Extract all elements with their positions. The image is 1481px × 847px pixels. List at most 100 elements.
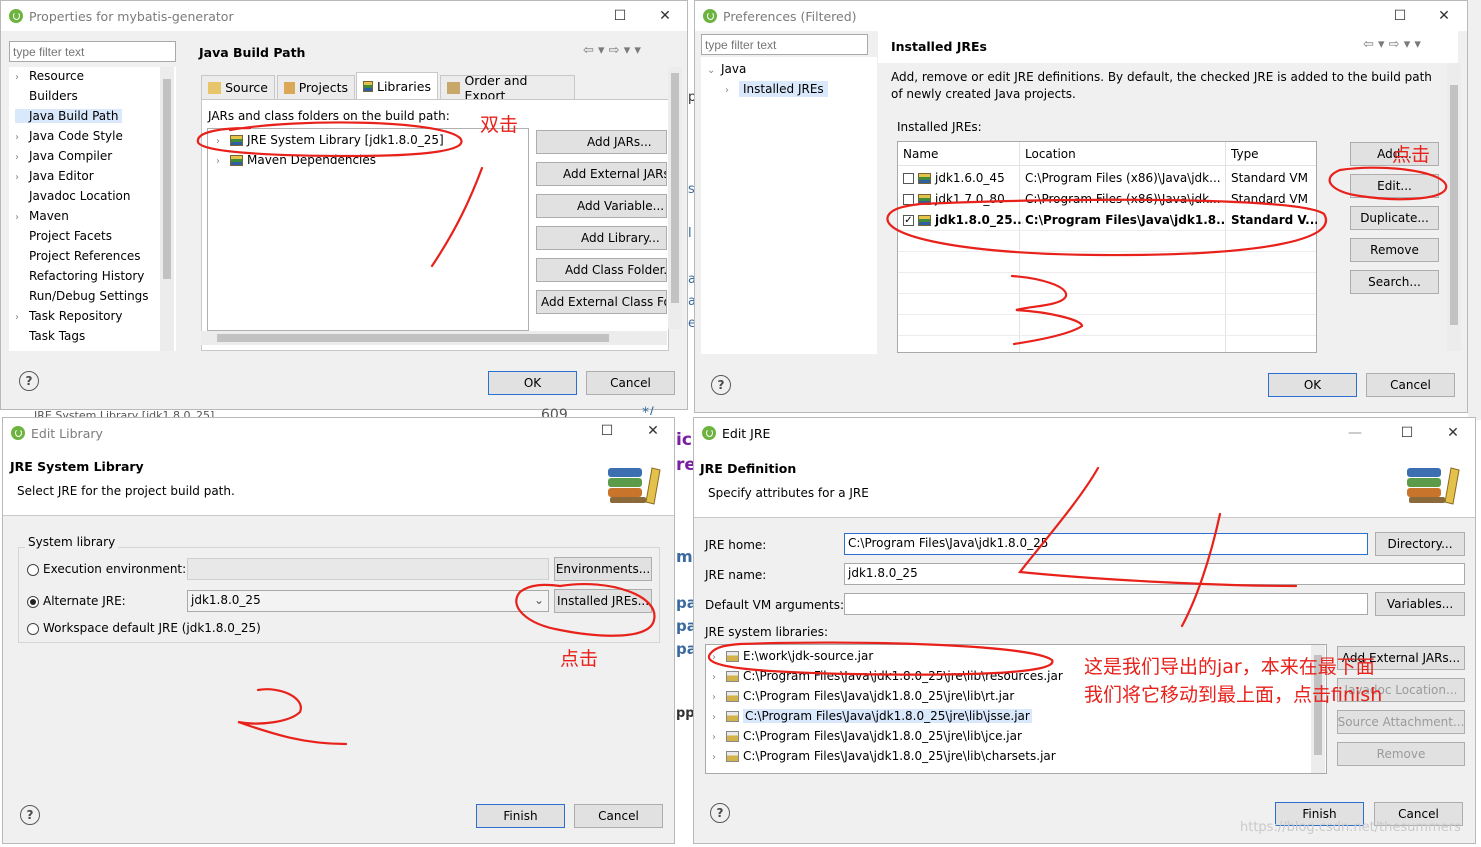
library-jar-item[interactable]: › C:\Program Files\Java\jdk1.8.0_25\jre\l… [712,749,1056,763]
nav-label: Project References [29,249,141,263]
cancel-button[interactable]: Cancel [574,804,663,828]
alternate-jre-select[interactable]: jdk1.8.0_25 ⌄ [187,590,549,612]
variables-button[interactable]: Variables... [1375,592,1465,616]
nav-label: Java Editor [29,169,94,183]
help-icon[interactable]: ? [711,375,731,395]
nav-item[interactable]: Javadoc Location [15,189,134,203]
cancel-button[interactable]: Cancel [586,371,675,395]
nav-item[interactable]: › Task Repository [15,309,127,323]
nav-item[interactable]: › Java Code Style [15,129,127,143]
nav-scrollbar[interactable] [160,67,174,351]
tree-label: Maven Dependencies [247,153,377,167]
jre-home-input[interactable]: C:\Program Files\Java\jdk1.8.0_25 [844,533,1368,555]
tab-libraries[interactable]: Libraries [356,72,438,99]
column-header[interactable]: Location [1025,147,1225,161]
finish-button[interactable]: Finish [476,804,565,828]
nav-item[interactable]: Refactoring History [15,269,148,283]
checkbox[interactable] [903,173,914,184]
help-icon[interactable]: ? [20,805,40,825]
system-libraries-label: JRE system libraries: [705,625,828,639]
maximize-button[interactable]: ☐ [1384,418,1430,448]
jre-action-button[interactable]: Edit... [1350,174,1439,198]
maximize-button[interactable]: ☐ [597,1,643,31]
radio-workspace-default[interactable]: Workspace default JRE (jdk1.8.0_25) [27,621,261,635]
close-button[interactable]: ✕ [1430,418,1475,448]
nav-item[interactable]: Java Build Path [15,109,123,123]
tab-order-export[interactable]: Order and Export [440,73,575,103]
maximize-button[interactable]: ☐ [584,418,630,446]
library-action-button[interactable]: Add Variable... [536,194,667,218]
column-header[interactable]: Name [903,147,1021,161]
nav-item[interactable]: › Java Compiler [15,149,116,163]
tree-item-java[interactable]: ⌄ Java [707,62,746,76]
nav-item[interactable]: Task Tags [15,329,89,343]
library-jar-item[interactable]: › C:\Program Files\Java\jdk1.8.0_25\jre\l… [712,669,1063,683]
nav-history-arrows[interactable]: ⇦ ▾ ⇨ ▾ ▾ [583,43,641,58]
library-action-button[interactable]: Add JARs... [536,130,667,154]
radio-execution-env[interactable]: Execution environment: [27,562,186,576]
horizontal-scrollbar[interactable] [201,331,667,345]
jre-loc-cell: C:\Program Files\Java\jdk1.8.... [1025,213,1225,227]
close-button[interactable]: ✕ [630,418,674,446]
nav-item[interactable]: Project References [15,249,145,263]
filter-input[interactable] [701,34,868,55]
jre-action-button[interactable]: Remove [1350,238,1439,262]
jre-name-input[interactable]: jdk1.8.0_25 [844,563,1465,585]
jar-icon [726,651,739,662]
library-jar-item[interactable]: › C:\Program Files\Java\jdk1.8.0_25\jre\l… [712,709,1032,723]
preferences-dialog: Preferences (Filtered) ☐ ✕ ⌄Java ›Instal… [694,0,1468,413]
page-scrollbar[interactable] [668,67,682,329]
checkbox[interactable] [903,194,914,205]
close-button[interactable]: ✕ [1421,1,1467,31]
tree-item-installed-jres[interactable]: › Installed JREs [725,81,828,97]
nav-item[interactable]: › Java Editor [15,169,98,183]
environments-button[interactable]: Environments... [554,557,652,581]
nav-label: Javadoc Location [29,189,131,203]
nav-item[interactable]: Run/Debug Settings [15,289,153,303]
execution-env-select[interactable] [187,558,549,580]
radio-alternate-jre[interactable]: Alternate JRE: [27,594,126,608]
library-jar-item[interactable]: › E:\work\jdk-source.jar [712,649,873,663]
nav-history-arrows[interactable]: ⇦ ▾ ⇨ ▾ ▾ [1363,37,1421,52]
help-icon[interactable]: ? [710,803,730,823]
help-icon[interactable]: ? [19,371,39,391]
ok-button[interactable]: OK [488,371,577,395]
nav-item[interactable]: › Maven [15,209,73,223]
checkbox[interactable]: ✓ [903,215,914,226]
page-scrollbar[interactable] [1447,63,1461,351]
library-jar-item[interactable]: › C:\Program Files\Java\jdk1.8.0_25\jre\l… [712,729,1022,743]
group-label: System library [25,535,119,549]
library-action-button[interactable]: Add External Class Folder... [536,290,667,314]
jre-type-cell: Standard VM [1231,171,1308,185]
minimize-button[interactable]: — [1332,418,1378,448]
directory-button[interactable]: Directory... [1375,532,1465,556]
nav-item[interactable]: Builders [15,89,82,103]
library-action-button[interactable]: Add External JARs... [536,162,667,186]
filter-input[interactable] [9,41,176,62]
jar-icon [726,731,739,742]
tree-item-jre[interactable]: › JRE System Library [jdk1.8.0_25] [216,133,444,147]
background-line-number: 609 [541,407,568,417]
library-action-button[interactable]: Add Library... [536,226,667,250]
ok-button[interactable]: OK [1268,373,1357,397]
maximize-button[interactable]: ☐ [1377,1,1423,31]
tree-item-maven[interactable]: › Maven Dependencies [216,153,376,167]
edit-library-dialog: Edit Library ☐ ✕ JRE System Library Sele… [2,417,675,844]
vm-args-input[interactable] [844,593,1368,615]
installed-jres-button[interactable]: Installed JREs... [554,589,652,613]
tab-projects[interactable]: Projects [277,75,355,99]
jre-action-button[interactable]: Duplicate... [1350,206,1439,230]
close-button[interactable]: ✕ [642,1,687,31]
source-attachment-button[interactable]: Source Attachment... [1337,710,1465,734]
library-action-button[interactable]: Add Class Folder... [536,258,667,282]
tab-source[interactable]: Source [201,75,275,99]
nav-item[interactable]: Project Facets [15,229,116,243]
column-header[interactable]: Type [1231,147,1317,161]
chevron-right-icon: › [712,672,716,683]
cancel-button[interactable]: Cancel [1366,373,1455,397]
library-jar-item[interactable]: › C:\Program Files\Java\jdk1.8.0_25\jre\l… [712,689,1014,703]
remove-button[interactable]: Remove [1337,742,1465,766]
nav-item[interactable]: › Resource [15,69,88,83]
radio-indicator [27,595,39,608]
jre-action-button[interactable]: Search... [1350,270,1439,294]
